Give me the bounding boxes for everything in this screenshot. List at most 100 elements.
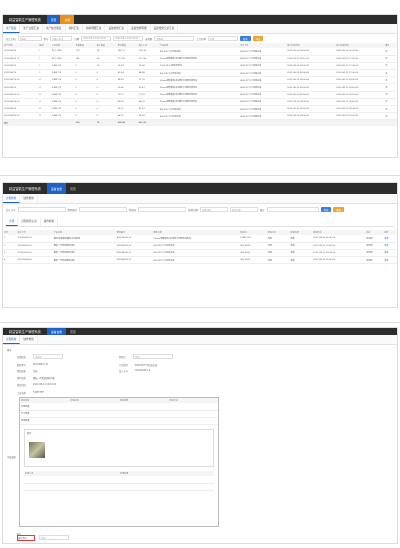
table-row[interactable]: 2022/08/13 1 F-NEF-TE 0 0 43.54 44.98 8001/PCTY… — [3, 69, 397, 78]
cell: 71.16 — [137, 76, 159, 85]
status-select[interactable]: 请选择 — [33, 354, 63, 359]
cell: 叠装一代焊接焊料的框 — [52, 242, 116, 250]
date-end-input[interactable]: 结束日期 — [229, 207, 258, 212]
date-start-input[interactable]: 2022-08-13 00:00:00 — [81, 36, 112, 41]
reset-button[interactable]: 重置 — [333, 207, 345, 212]
table-row[interactable]: 2022/08/13 00 4 F-NEF-TE 0 0 73.12 77.29 32mm钢管… — [3, 91, 397, 99]
table-row[interactable]: 2 XQ2000002-0 叠装一代焊接焊料的框 W2208010-11 8001/PC… — [3, 242, 397, 250]
cell: 外观检查 — [20, 403, 70, 411]
org-select[interactable]: 请选择 — [17, 36, 42, 41]
table-row[interactable]: 2022/08/13 1 F-NEF-TE 0 20 22.83 26.08 2022.08.… — [3, 62, 397, 71]
table-row[interactable]: 2022/08/13 00 4 F-NEF-TE 0 0 58.82 71.16 32mm钢管… — [3, 76, 397, 85]
cell: 0 — [74, 76, 96, 85]
cell: 3 — [3, 249, 17, 258]
subtab-process-records[interactable]: 过程检验记录 — [18, 217, 41, 226]
table-row[interactable]: 2022/08/13 00 4 F-NEF-TE 0 0 49.53 44.03 32mm钢管… — [3, 98, 397, 107]
cell: 135.18 — [137, 48, 159, 56]
tab-repair-detail[interactable]: 设备维修明细 — [128, 24, 151, 33]
inspector-label: 检验员 — [129, 208, 137, 212]
cell[interactable]: 查看 — [383, 242, 397, 250]
cell: F-NEF-TE — [50, 62, 75, 71]
pn-input[interactable]: 请输入型号 — [50, 36, 73, 41]
cell[interactable]: 查看 — [383, 249, 397, 258]
cell[interactable]: 查看 — [383, 256, 397, 265]
table-row[interactable]: 2022/08/13 1 ROC-GKS 120 18 180.17 135.18 8001/… — [3, 48, 397, 56]
date-start-input[interactable]: 开始日期 — [199, 207, 228, 212]
nav-tab-home[interactable]: 首页 — [66, 328, 80, 335]
cell: 32mm钢管模具(含)刚性中间刚性结构柱 — [158, 91, 240, 99]
table-row[interactable]: 外观检查 — [20, 403, 218, 411]
cell: 2022-08-13 17:00:00 — [335, 69, 385, 78]
cell: 无 — [384, 91, 397, 99]
table-row[interactable]: 4 XQ2000004-0 叠装一代焊接焊料的框 W2208010-11 8001/PC… — [3, 256, 397, 265]
cell — [168, 417, 218, 426]
cell[interactable]: 查看 — [383, 235, 397, 243]
table-row[interactable]: 焊接检查 — [20, 417, 218, 426]
part-input[interactable] — [79, 207, 128, 212]
cell: 2022-08-13 09:10:00 — [286, 55, 336, 63]
tab-material-detail[interactable]: 领料明细汇总 — [83, 24, 106, 33]
export-button[interactable]: 导出 — [252, 36, 264, 41]
cell: WQ-0000 — [239, 256, 267, 265]
cell: 65.64 — [137, 112, 159, 121]
table-row[interactable]: 尺寸检查 — [20, 410, 218, 418]
table-row[interactable]: 2022/08/13 00 4 F-NEF-TE 0 0 66.01 65.64 8001/P… — [3, 112, 397, 121]
card-label: 加工卡号 — [6, 208, 16, 212]
table-row[interactable]: 2022/08/13 4 F-NEF-TE 0 0 56.15 62.03 8001/PCTY… — [3, 105, 397, 114]
cell: 0 — [95, 91, 117, 99]
subtab-all[interactable]: 全部 — [6, 217, 19, 226]
opinion-select[interactable]: 合格 — [39, 535, 69, 540]
tab-missing-inspection[interactable]: 缺件检验 — [20, 335, 38, 344]
cell: 0 — [74, 91, 96, 99]
query-select[interactable]: 请选择 — [154, 36, 195, 41]
cell: 8001/PCTYZ压线总成 — [239, 83, 287, 92]
table-row[interactable]: 1 XQ2000001-0 螺丝(轮毂轴承螺栓)总成检验 W2208010-11 32m… — [3, 235, 397, 243]
inspector-input[interactable] — [138, 207, 187, 212]
card-input[interactable] — [17, 207, 66, 212]
tab-daily-summary[interactable]: 生产日报汇总 — [20, 24, 43, 33]
table-row[interactable]: 3 XQ2000003-0 叠装一代焊接焊料的框 W2208010-11 8001/PC… — [3, 249, 397, 258]
order-value[interactable]: W2208010-11 — [33, 363, 48, 366]
detail-form: 基本 处理状态 请选择 检验单号 W2208010-11 检验结果 合格 检验员… — [3, 345, 397, 543]
inspection-table: 序号 加工卡号 产品名称 零件编号 零件名称 检验员 检验工序 检验结果 检验时间 状态 操作 1X… — [3, 230, 397, 265]
inspector-input[interactable]: 刘明 — [133, 354, 173, 359]
cell: 待处理 — [365, 242, 384, 250]
cell: 2022/08/13 — [3, 62, 39, 71]
attachment-thumbnail[interactable] — [29, 442, 45, 459]
nav-tab-close[interactable]: 关闭 — [60, 15, 75, 24]
cell: F-NEF-TE — [50, 112, 75, 121]
cell: W2208010-11 — [115, 242, 153, 250]
cell: 2022-08-13 08:00:00 — [286, 91, 336, 99]
subtab-operation[interactable]: 操作检验 — [41, 217, 59, 226]
table-row[interactable]: 2022/08/13 4 F-NEF-TE 0 0 29.89 25.43 32mm钢管模具(… — [3, 83, 397, 92]
cell: 180 — [74, 55, 96, 63]
nav-tab-home[interactable]: 首页 — [66, 183, 80, 194]
cell: 2022/08/13 — [3, 48, 39, 56]
cell: 无 — [384, 48, 397, 56]
cell: 2022-08-13 17:00:00 — [335, 55, 385, 63]
cell — [168, 403, 218, 411]
nav-tab-equipment[interactable]: 设备台账 — [46, 183, 67, 194]
remark-input[interactable] — [266, 207, 319, 212]
tab-process-inspection[interactable]: 过程检验 — [3, 194, 21, 203]
search-button[interactable]: 查询 — [239, 36, 251, 41]
nav-tab-home[interactable]: 首页 — [46, 15, 61, 24]
work-select[interactable]: 全部 — [207, 36, 238, 41]
tab-production-report[interactable]: 生产报表 — [3, 24, 21, 33]
cell: 待处理 — [365, 249, 384, 258]
date-end-input[interactable]: 2022-08-14 00:00:00 — [113, 36, 144, 41]
cell: 2022/08/13 — [3, 105, 39, 114]
tab-statistics[interactable]: 生产统计报表 — [43, 24, 66, 33]
cell: XQ2000002-0 — [16, 242, 53, 250]
tab-repair-summary[interactable]: 设备维修汇总 — [105, 24, 128, 33]
cell: 40 — [95, 55, 117, 63]
nav-tab-equipment[interactable]: 设备台账 — [46, 328, 67, 335]
cell: 2022/08/13 00 — [3, 98, 39, 107]
tab-process-inspection[interactable]: 过程检验 — [3, 335, 21, 344]
search-button[interactable]: 查询 — [320, 207, 332, 212]
tab-missing-inspection[interactable]: 缺件检验 — [20, 194, 38, 203]
tab-repair-records[interactable]: 设备维修记录汇总 — [151, 24, 179, 33]
cell: 2022/08/13 11 — [3, 55, 39, 63]
table-row[interactable]: 2022/08/13 11 1 ROC-GKS 180 40 177.82 127.18 32… — [3, 55, 397, 63]
tab-material-summary[interactable]: 领料汇总 — [66, 24, 83, 33]
